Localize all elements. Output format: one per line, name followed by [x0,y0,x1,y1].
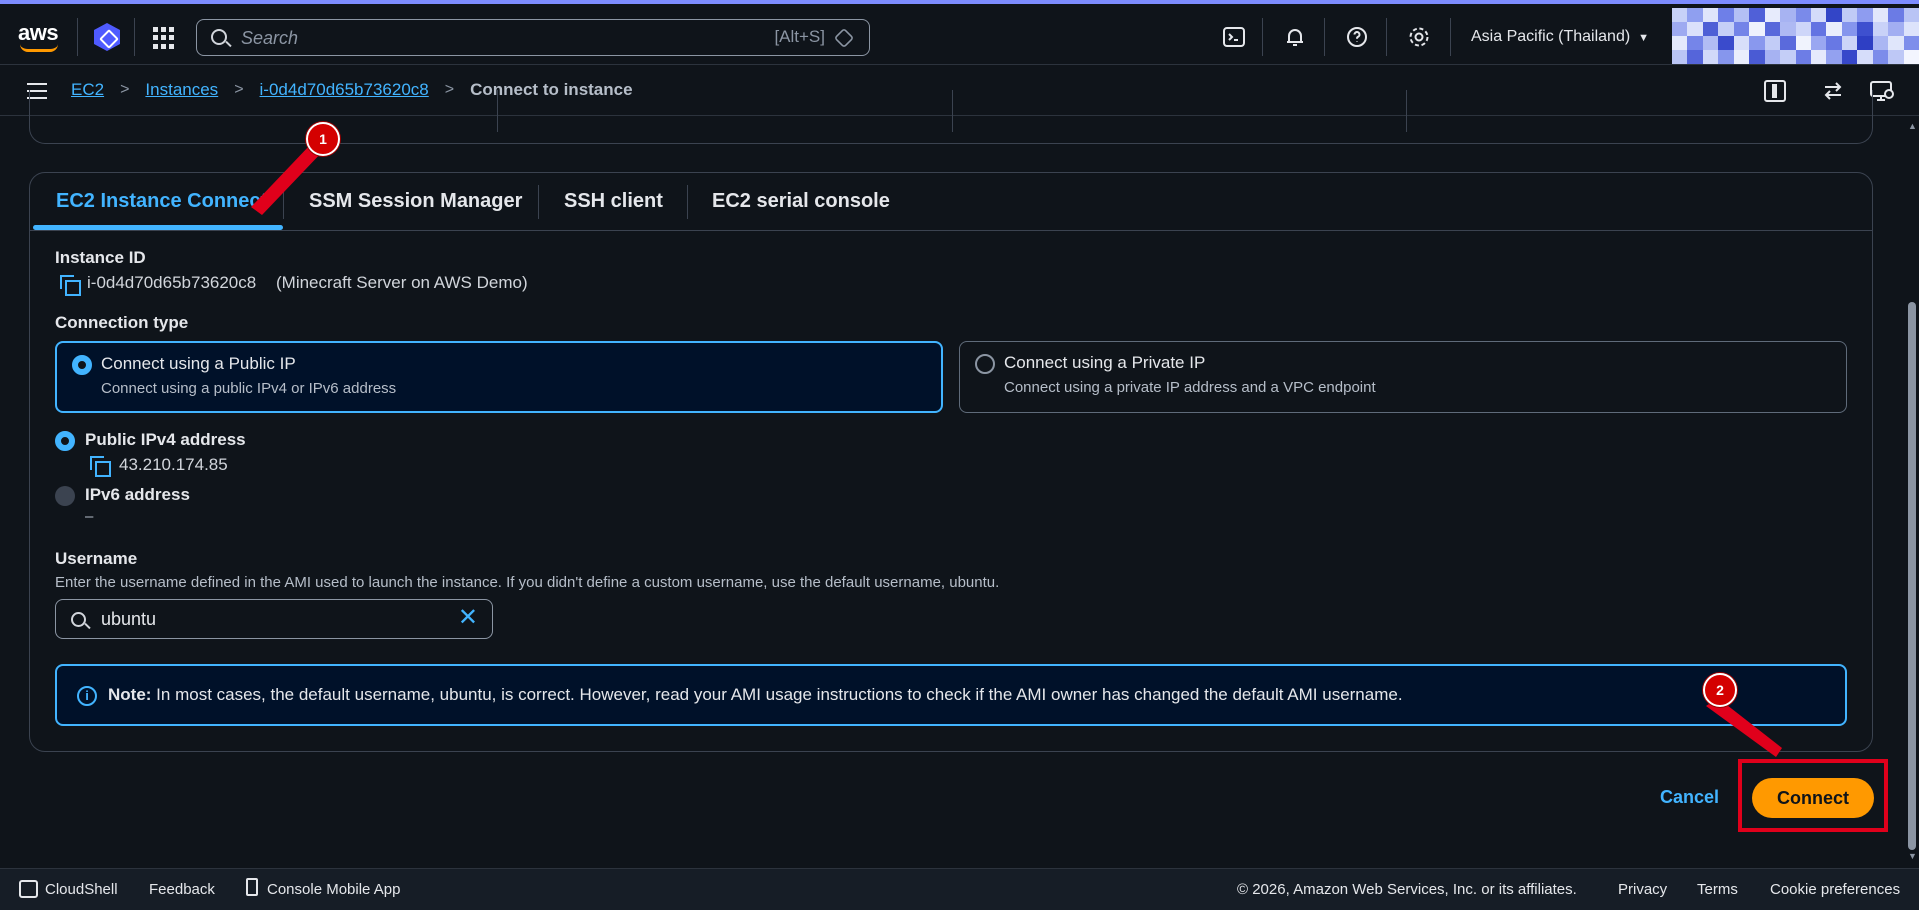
annotation-step-badge: 1 [306,122,340,156]
ipv4-radio[interactable] [55,431,75,451]
footer-copyright: © 2026, Amazon Web Services, Inc. or its… [1237,881,1577,898]
scroll-up-icon[interactable]: ▲ [1908,121,1917,131]
mobile-phone-icon [246,878,258,896]
tab-divider [283,185,284,219]
instance-id-label: Instance ID [55,248,146,267]
footer-terms[interactable]: Terms [1697,881,1738,898]
connect-private-ip-option[interactable]: Connect using a Private IP Connect using… [959,341,1847,413]
tab-divider [687,185,688,219]
services-grid-icon[interactable] [153,27,175,49]
info-alert: i Note: In most cases, the default usern… [55,664,1847,726]
annotation-highlight-box [1738,759,1888,832]
divider [1262,18,1263,56]
scroll-down-icon[interactable]: ▼ [1908,851,1917,861]
tab-ssh-client[interactable]: SSH client [564,190,663,213]
ipv4-value: 43.210.174.85 [119,455,228,474]
tab-ec2-serial-console[interactable]: EC2 serial console [712,190,890,213]
option-description: Connect using a private IP address and a… [1004,379,1376,396]
bell-icon[interactable] [1283,25,1307,49]
copy-icon[interactable] [90,456,111,477]
region-selector[interactable]: Asia Pacific (Thailand) ▼ [1471,28,1649,46]
tab-ec2-instance-connect[interactable]: EC2 Instance Connect [56,190,267,213]
footer-feedback[interactable]: Feedback [149,881,215,898]
clear-icon[interactable]: ✕ [458,606,478,630]
note-text: Note: In most cases, the default usernam… [108,685,1403,705]
search-shortcut: [Alt+S] [774,27,825,46]
divider [134,18,135,56]
note-bold: Note: [108,685,152,704]
username-label: Username [55,549,138,568]
footer-privacy[interactable]: Privacy [1618,881,1667,898]
info-icon: i [77,686,97,706]
connect-method-tabs: EC2 Instance Connect SSM Session Manager… [30,173,1872,231]
cancel-button[interactable]: Cancel [1660,787,1719,808]
divider [1386,18,1387,56]
instance-name: (Minecraft Server on AWS Demo) [276,273,528,292]
note-body: In most cases, the default username, ubu… [151,685,1403,704]
connect-public-ip-option[interactable]: Connect using a Public IP Connect using … [55,341,943,413]
search-icon [71,612,86,627]
cloudshell-icon[interactable] [1222,25,1246,49]
help-icon[interactable] [1345,25,1369,49]
ipv6-value: – [85,508,94,525]
top-navigation-bar: aws [Alt+S] Asia Pacific (Thailand)▼ [0,0,1919,65]
tab-ssm-session-manager[interactable]: SSM Session Manager [309,190,522,213]
tab-divider [538,185,539,219]
username-field[interactable]: ✕ [55,599,493,639]
option-description: Connect using a public IPv4 or IPv6 addr… [101,380,397,397]
instance-id-link[interactable]: i-0d4d70d65b73620c8 [87,273,256,293]
ipv4-label: Public IPv4 address [85,430,246,449]
connection-type-label: Connection type [55,313,189,332]
divider [1324,18,1325,56]
option-title: Connect using a Public IP [101,354,296,373]
footer-mobile-app[interactable]: Console Mobile App [267,881,400,898]
search-bar[interactable]: [Alt+S] [196,19,870,56]
radio-selected-icon[interactable] [72,355,92,375]
footer-cookie-preferences[interactable]: Cookie preferences [1770,881,1900,898]
copy-icon[interactable] [60,275,81,296]
username-help: Enter the username defined in the AMI us… [55,574,1000,591]
caret-down-icon: ▼ [1638,32,1650,44]
search-icon [211,29,227,45]
page-scrollbar[interactable]: ▲ ▼ [1905,117,1919,862]
search-input[interactable] [241,26,741,50]
service-hex-icon[interactable] [94,23,120,51]
username-input[interactable] [101,608,431,630]
divider [77,18,78,56]
scrollbar-thumb[interactable] [1908,302,1916,850]
annotation-step-badge: 2 [1703,673,1737,707]
footer: CloudShell Feedback Console Mobile App ©… [0,868,1919,910]
hex-icon [833,27,855,49]
settings-icon[interactable] [1407,25,1431,49]
cloudshell-icon[interactable] [19,880,38,898]
ipv6-radio [55,486,75,506]
option-title: Connect using a Private IP [1004,353,1206,372]
divider [1450,18,1451,56]
footer-cloudshell[interactable]: CloudShell [45,881,118,898]
active-tab-indicator [33,225,283,230]
aws-logo[interactable]: aws [18,20,62,52]
radio-unselected-icon[interactable] [975,354,995,374]
ipv6-label: IPv6 address [85,485,190,504]
account-menu-avatar[interactable] [1672,8,1919,64]
